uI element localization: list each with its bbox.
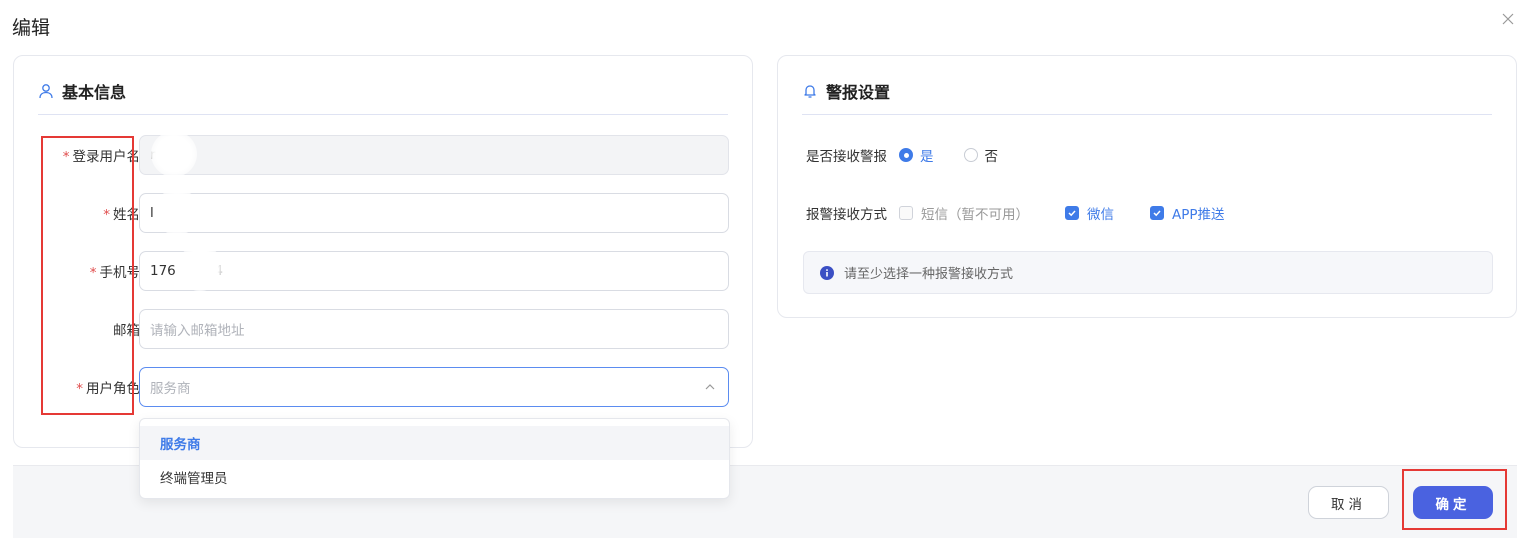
dialog-title: 编辑 <box>12 17 51 39</box>
email-row: 邮箱 请输入邮箱地址 <box>14 309 729 349</box>
alarm-header: 警报设置 <box>802 78 1492 115</box>
check-icon <box>1068 210 1076 217</box>
role-dropdown: 服务商 终端管理员 <box>139 418 730 499</box>
method-label: 报警接收方式 <box>806 207 887 223</box>
phone-row: *手机号 176 14 <box>14 251 729 291</box>
sms-checkbox[interactable]: 短信（暂不可用） <box>899 203 1029 223</box>
phone-label: * 手机号 <box>89 265 140 281</box>
role-select[interactable]: 服务商 <box>139 367 729 407</box>
email-input[interactable]: 请输入邮箱地址 <box>139 309 729 349</box>
receive-alarm-row: 是否接收警报 是 否 <box>806 144 1028 166</box>
privacy-blur <box>151 131 197 177</box>
username-input[interactable]: r i <box>139 135 729 175</box>
method-notice: 请至少选择一种报警接收方式 <box>803 251 1493 294</box>
name-row: *姓名 l ; <box>14 193 729 233</box>
app-push-checkbox[interactable]: APP推送 <box>1150 203 1225 223</box>
privacy-blur <box>177 245 223 291</box>
cancel-button[interactable]: 取消 <box>1308 486 1389 519</box>
confirm-button[interactable]: 确定 <box>1413 486 1493 519</box>
username-row: *登录用户名 r i <box>14 135 729 175</box>
receive-alarm-label: 是否接收警报 <box>806 149 887 165</box>
wechat-checkbox[interactable]: 微信 <box>1065 203 1114 223</box>
role-option-service-provider[interactable]: 服务商 <box>140 426 729 460</box>
receive-yes-radio[interactable]: 是 <box>899 145 934 165</box>
basic-info-title: 基本信息 <box>62 83 127 102</box>
receive-no-radio[interactable]: 否 <box>963 145 998 165</box>
role-option-terminal-admin[interactable]: 终端管理员 <box>140 460 729 494</box>
basic-info-card: 基本信息 *登录用户名 r i *姓名 l ; *手机号 176 14 邮箱 <box>13 55 753 448</box>
check-icon <box>1153 210 1161 217</box>
username-label: * 登录用户名 <box>62 149 140 165</box>
phone-input[interactable]: 176 14 <box>139 251 729 291</box>
role-label: * 用户角色 <box>76 381 140 397</box>
bell-icon <box>804 85 816 98</box>
basic-info-header: 基本信息 <box>38 78 728 115</box>
email-label: 邮箱 <box>113 323 140 339</box>
info-icon <box>820 265 834 280</box>
role-row: * 用户角色 服务商 <box>14 367 729 407</box>
method-row: 报警接收方式 短信（暂不可用） 微信 APP推送 <box>806 202 1261 224</box>
chevron-up-icon <box>705 384 715 390</box>
alarm-card: 警报设置 是否接收警报 是 否 报警接收方式 短信（暂不可用） 微信 APP推送 <box>777 55 1517 318</box>
name-label: * 姓名 <box>103 207 140 223</box>
close-icon[interactable] <box>1500 11 1516 27</box>
user-icon <box>39 84 53 99</box>
privacy-blur <box>154 189 200 235</box>
name-input[interactable]: l ; <box>139 193 729 233</box>
alarm-title: 警报设置 <box>826 83 891 102</box>
